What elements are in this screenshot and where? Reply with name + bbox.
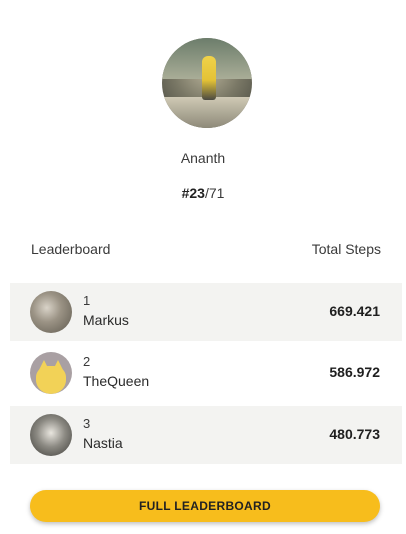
row-rank: 1 bbox=[83, 293, 91, 308]
leaderboard-card: Ananth #23/71 Leaderboard Total Steps 1 … bbox=[0, 0, 406, 534]
row-steps: 669.421 bbox=[329, 303, 380, 319]
row-name: TheQueen bbox=[83, 373, 150, 389]
full-leaderboard-button[interactable]: FULL LEADERBOARD bbox=[30, 490, 380, 522]
profile-rank: #23/71 bbox=[0, 185, 406, 201]
row-rank: 2 bbox=[83, 354, 91, 369]
leaderboard-row-3[interactable]: 3 Nastia 480.773 bbox=[10, 406, 402, 464]
total-steps-column-label: Total Steps bbox=[311, 241, 381, 257]
leaderboard-header: Leaderboard Total Steps bbox=[31, 241, 381, 259]
profile-avatar[interactable] bbox=[162, 38, 252, 128]
avatar-photo-ground bbox=[162, 96, 252, 128]
rank-total: /71 bbox=[204, 185, 225, 201]
leaderboard-row-1[interactable]: 1 Markus 669.421 bbox=[10, 283, 402, 341]
avatar bbox=[30, 352, 72, 394]
row-name: Markus bbox=[83, 312, 129, 328]
avatar-photo-runner bbox=[202, 56, 216, 100]
rank-position: #23 bbox=[181, 185, 205, 201]
avatar bbox=[30, 414, 72, 456]
row-steps: 586.972 bbox=[329, 364, 380, 380]
row-steps: 480.773 bbox=[329, 426, 380, 442]
row-name: Nastia bbox=[83, 435, 123, 451]
leaderboard-row-2[interactable]: 2 TheQueen 586.972 bbox=[10, 344, 402, 402]
profile-name: Ananth bbox=[180, 150, 226, 166]
avatar bbox=[30, 291, 72, 333]
cat-face bbox=[36, 366, 66, 394]
row-rank: 3 bbox=[83, 416, 91, 431]
leaderboard-title: Leaderboard bbox=[31, 241, 111, 257]
